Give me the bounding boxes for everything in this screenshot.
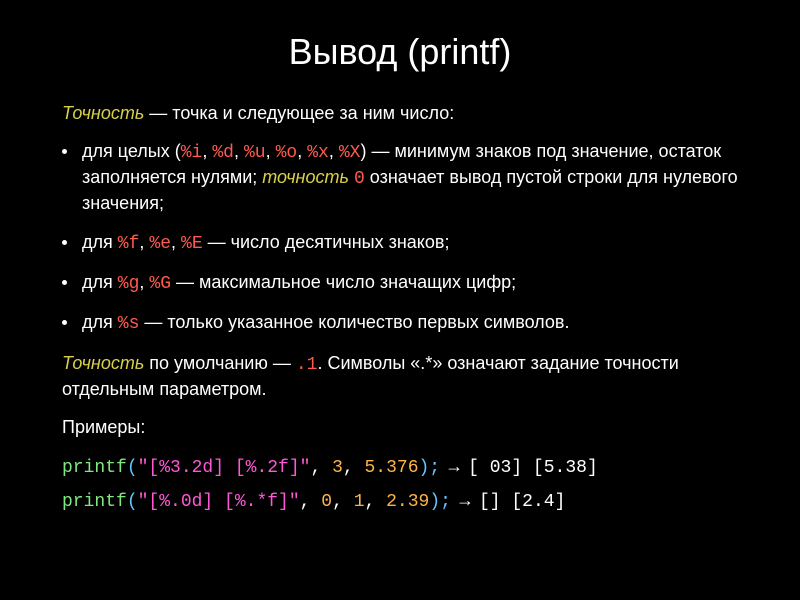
b3-tail: — максимальное число значащих цифр; (171, 272, 516, 292)
ex2-out: [] [2.4] (479, 492, 565, 512)
ex1-arrow: → (440, 456, 468, 476)
b4-sp1: %s (118, 314, 140, 334)
b4-pre: для (82, 312, 118, 332)
ex1-open: ( (127, 458, 138, 478)
ex2-sep1: , (300, 492, 322, 512)
b2-sp3: %E (181, 234, 203, 254)
example-1: printf("[%3.2d] [%.2f]", 3, 5.376); → [ … (62, 454, 756, 480)
term-precision: Точность (62, 103, 144, 123)
b3-pre: для (82, 272, 118, 292)
b1-sp5: %x (307, 143, 329, 163)
b1-sp2: %d (212, 143, 234, 163)
ex2-str: "[%.0d] [%.*f]" (138, 492, 300, 512)
ex2-n3: 2.39 (386, 492, 429, 512)
b2-tail: — число десятичных знаков; (203, 232, 450, 252)
b1-pre: для целых ( (82, 141, 181, 161)
b1-sp1: %i (181, 143, 203, 163)
default-term: Точность (62, 353, 144, 373)
default-val: .1 (296, 355, 318, 375)
b3-sp2: %G (149, 274, 171, 294)
example-2: printf("[%.0d] [%.*f]", 0, 1, 2.39); → [… (62, 488, 756, 514)
ex2-n2: 1 (354, 492, 365, 512)
b2-sp1: %f (118, 234, 140, 254)
b1-term: точность (262, 167, 349, 187)
bullet-2: для %f, %e, %E — число десятичных знаков… (62, 230, 756, 256)
ex1-n1: 3 (332, 458, 343, 478)
b4-tail: — только указанное количество первых сим… (139, 312, 569, 332)
b1-sp6: %X (339, 143, 361, 163)
ex1-str: "[%3.2d] [%.2f]" (138, 458, 311, 478)
examples-label: Примеры: (62, 415, 756, 439)
b2-sp2: %e (149, 234, 171, 254)
b1-sp4: %o (276, 143, 298, 163)
ex1-fn: printf (62, 458, 127, 478)
ex2-arrow: → (451, 490, 479, 510)
ex1-close: ); (419, 458, 441, 478)
ex1-sep1: , (310, 458, 332, 478)
intro-line: Точность — точка и следующее за ним числ… (62, 101, 756, 125)
b1-sp3: %u (244, 143, 266, 163)
ex2-sep3: , (365, 492, 387, 512)
ex2-n1: 0 (321, 492, 332, 512)
b1-zero: 0 (354, 169, 365, 189)
ex1-n2: 5.376 (364, 458, 418, 478)
ex1-out: [ 03] [5.38] (468, 458, 598, 478)
intro-tail: — точка и следующее за ним число: (144, 103, 454, 123)
ex2-close: ); (429, 492, 451, 512)
default-mid: по умолчанию — (144, 353, 296, 373)
default-line: Точность по умолчанию — .1. Символы «.*»… (62, 351, 756, 402)
slide-title: Вывод (printf) (44, 28, 756, 77)
ex1-sep2: , (343, 458, 365, 478)
bullet-3: для %g, %G — максимальное число значащих… (62, 270, 756, 296)
ex2-fn: printf (62, 492, 127, 512)
b3-sp1: %g (118, 274, 140, 294)
bullet-4: для %s — только указанное количество пер… (62, 310, 756, 336)
b2-pre: для (82, 232, 118, 252)
slide: Вывод (printf) Точность — точка и следую… (0, 0, 800, 600)
ex2-open: ( (127, 492, 138, 512)
ex2-sep2: , (332, 492, 354, 512)
bullet-1: для целых (%i, %d, %u, %o, %x, %X) — мин… (62, 139, 756, 216)
bullet-list: для целых (%i, %d, %u, %o, %x, %X) — мин… (44, 139, 756, 337)
